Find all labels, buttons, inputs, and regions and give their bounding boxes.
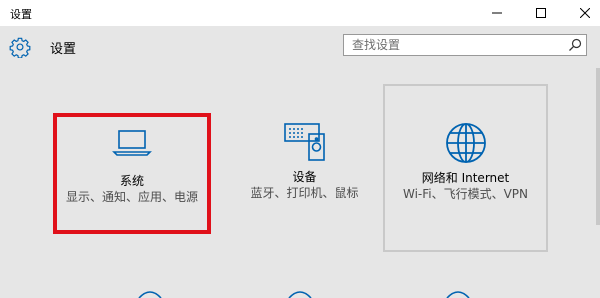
search-box[interactable] [343, 34, 587, 56]
maximize-icon [536, 8, 546, 18]
window-title: 设置 [10, 8, 32, 21]
tile-system-desc: 显示、通知、应用、电源 [65, 190, 198, 204]
tile-system[interactable]: 系统 显示、通知、应用、电源 [53, 113, 211, 234]
tile-system-name: 系统 [119, 174, 144, 188]
tile-network-internet[interactable]: 网络和 Internet Wi-Fi、飞行模式、VPN [383, 84, 548, 252]
tile-devices-desc: 蓝牙、打印机、鼠标 [250, 186, 359, 200]
next-row-icon [446, 291, 470, 298]
settings-window: 设置 设置 查找设置 系统 显示、通知、应用、电源 设备 蓝牙、打印机、鼠标 网… [0, 0, 600, 298]
page-title: 设置 [50, 42, 77, 57]
tile-devices[interactable]: 设备 蓝牙、打印机、鼠标 [222, 84, 387, 252]
tile-devices-name: 设备 [292, 170, 317, 184]
search-input[interactable] [344, 35, 572, 55]
gear-icon[interactable] [9, 36, 31, 58]
minimize-icon [492, 12, 502, 14]
search-icon[interactable] [568, 38, 582, 52]
settings-header: 设置 [0, 26, 600, 68]
title-bar: 设置 [0, 0, 600, 26]
devices-icon [283, 123, 325, 161]
maximize-button[interactable] [518, 0, 564, 26]
scrollbar[interactable] [596, 68, 600, 225]
tile-network-name: 网络和 Internet [421, 171, 510, 185]
close-icon [580, 8, 590, 18]
laptop-icon [112, 130, 152, 156]
minimize-button[interactable] [474, 0, 520, 26]
next-row-icon [138, 291, 162, 298]
close-button[interactable] [562, 0, 600, 26]
tile-network-desc: Wi-Fi、飞行模式、VPN [402, 187, 529, 201]
next-row-icon [288, 291, 312, 298]
globe-icon [445, 123, 486, 163]
